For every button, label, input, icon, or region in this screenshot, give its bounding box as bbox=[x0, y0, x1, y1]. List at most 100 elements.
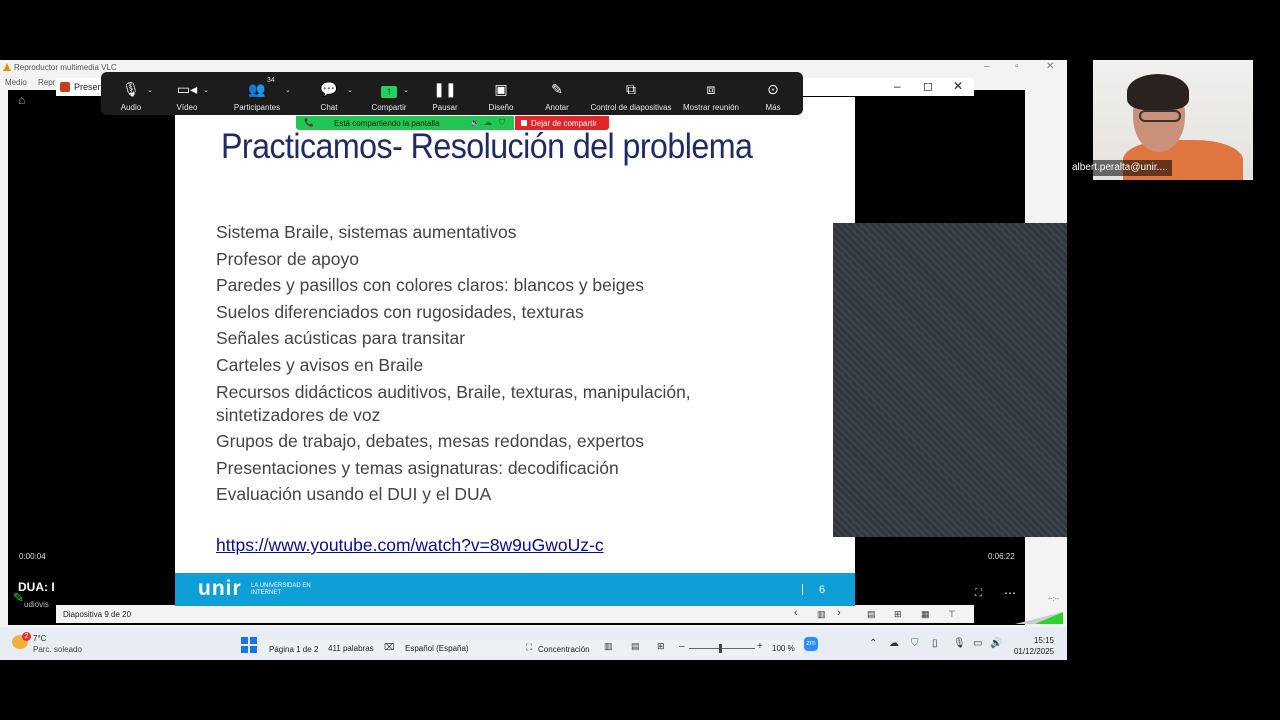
chevron-up-icon[interactable]: ⌃ bbox=[869, 638, 877, 649]
word-page-info[interactable]: Página 1 de 2 bbox=[269, 645, 318, 654]
print-layout-icon[interactable]: ▤ bbox=[631, 641, 640, 652]
show-meeting-icon: ⧈ bbox=[706, 81, 716, 97]
onedrive-cloud-icon[interactable]: ☁ bbox=[889, 638, 899, 649]
zoom-slider-thumb[interactable] bbox=[719, 644, 722, 653]
word-count[interactable]: 411 palabras bbox=[328, 644, 374, 653]
vlc-menu-reproduccion[interactable]: Repr bbox=[38, 78, 55, 87]
slide-sorter-icon[interactable]: ⊞ bbox=[894, 609, 902, 620]
powerpoint-logo-icon bbox=[60, 82, 70, 92]
slide: Practicamos- Resolución del problema Sis… bbox=[175, 97, 855, 606]
clock-date: 01/12/2025 bbox=[1013, 647, 1054, 656]
fullscreen-icon[interactable]: ⛶ bbox=[975, 588, 982, 599]
vlc-more-icon[interactable]: ⋯ bbox=[1004, 586, 1016, 600]
participant-glasses bbox=[1139, 110, 1181, 122]
show-meeting-button[interactable]: ⧈ Mostrar reunión bbox=[679, 72, 743, 115]
list-item: Suelos diferenciados con rugosidades, te… bbox=[216, 301, 584, 322]
unir-logo: unir bbox=[198, 577, 242, 600]
vlc-maximize-button[interactable]: ▫ bbox=[1015, 61, 1019, 72]
participant-hair bbox=[1127, 74, 1189, 110]
participant-name: albert.peralta@unir.... bbox=[1068, 160, 1172, 176]
vlc-window-title: Reproductor multimedia VLC bbox=[14, 63, 117, 72]
vlc-total-time: 0:06:22 bbox=[988, 552, 1015, 561]
audio-options-chevron-icon[interactable]: ⌄ bbox=[147, 86, 153, 94]
web-layout-icon[interactable]: ⊞ bbox=[657, 641, 665, 652]
slideshow-icon[interactable]: ⊤ bbox=[948, 609, 956, 620]
slide-bullet-list: Sistema Braile, sistemas aumentativos Pr… bbox=[216, 221, 816, 510]
zoom-app-icon[interactable]: zm bbox=[804, 637, 818, 651]
pause-share-button[interactable]: ❚❚ Pausar bbox=[425, 72, 465, 115]
video-camera-icon: ▭◂ bbox=[176, 81, 198, 97]
word-focus[interactable]: Concentración bbox=[538, 645, 590, 654]
list-item: Paredes y pasillos con colores claros: b… bbox=[216, 275, 644, 296]
vlc-minimize-button[interactable]: – bbox=[984, 61, 990, 72]
share-chevron-icon[interactable]: ⌄ bbox=[403, 86, 409, 94]
list-item: Grupos de trabajo, debates, mesas redond… bbox=[216, 431, 645, 452]
speaker-icon: 🔈 bbox=[470, 118, 480, 127]
more-icon: ⊙ bbox=[767, 81, 779, 97]
ppt-minimize-button[interactable]: – bbox=[894, 79, 901, 93]
system-clock[interactable]: 15:15 01/12/2025 bbox=[1012, 635, 1054, 657]
chat-chevron-icon[interactable]: ⌄ bbox=[347, 86, 353, 94]
zoom-share-toolbar: 🎙 Audio ⌄ ▭◂ Vídeo ⌄ 👥 Participantes 34 … bbox=[101, 72, 803, 115]
pause-icon: ❚❚ bbox=[433, 81, 457, 97]
zoom-slider-track[interactable] bbox=[689, 648, 755, 649]
youtube-link[interactable]: https://www.youtube.com/watch?v=8w9uGwoU… bbox=[216, 535, 604, 556]
sharing-banner-text: Está compartiendo la pantalla bbox=[334, 119, 440, 128]
proofing-icon[interactable]: ⌧ bbox=[384, 642, 394, 653]
list-item: Profesor de apoyo bbox=[216, 248, 360, 269]
windows-start-icon[interactable] bbox=[241, 637, 257, 653]
vlc-volume-slider[interactable] bbox=[1015, 612, 1063, 624]
ppt-maximize-button[interactable]: ◻ bbox=[923, 79, 933, 93]
vlc-cone-icon bbox=[3, 63, 11, 71]
reading-view-icon[interactable]: ▦ bbox=[921, 609, 930, 620]
more-button[interactable]: ⊙ Más bbox=[753, 72, 793, 115]
unir-tagline: LA UNIVERSIDAD EN INTERNET bbox=[251, 583, 311, 596]
cloud-icon: ☁ bbox=[484, 118, 492, 127]
participants-button[interactable]: 👥 Participantes bbox=[227, 72, 287, 115]
pencil-icon[interactable]: ✎ bbox=[13, 590, 24, 606]
design-icon: ▣ bbox=[494, 81, 508, 97]
battery-icon[interactable]: ▯ bbox=[932, 638, 938, 649]
slide-footer: unir LA UNIVERSIDAD EN INTERNET 6 bbox=[175, 573, 855, 606]
stop-sharing-button[interactable]: Dejar de compartir bbox=[515, 116, 609, 130]
microphone-tray-icon[interactable]: 🎙 bbox=[953, 638, 966, 649]
read-mode-icon[interactable]: ▥ bbox=[604, 641, 613, 652]
ppt-close-button[interactable]: ✕ bbox=[953, 79, 963, 93]
word-zoom-level[interactable]: 100 % bbox=[772, 644, 795, 653]
home-icon[interactable]: ⌂ bbox=[18, 93, 25, 107]
annotate-button[interactable]: ✎ Anotar bbox=[537, 72, 577, 115]
slide-grid-icon[interactable]: ▥ bbox=[817, 609, 826, 620]
video-button[interactable]: ▭◂ Vídeo bbox=[167, 72, 207, 115]
chat-button[interactable]: 💬 Chat bbox=[309, 72, 349, 115]
word-language[interactable]: Español (España) bbox=[405, 644, 469, 653]
slide-indicator: Diapositiva 9 de 20 bbox=[63, 610, 132, 619]
display-icon[interactable]: ▭ bbox=[973, 638, 982, 649]
shield-icon: ⛉ bbox=[499, 118, 505, 127]
windows-taskbar: 2 7°C Parc. soleado Página 1 de 2 411 pa… bbox=[0, 627, 1067, 660]
vlc-media-subtitle: udiovis bbox=[24, 600, 49, 609]
chat-icon: 💬 bbox=[320, 81, 338, 97]
list-item: Recursos didácticos auditivos, Braile, t… bbox=[216, 381, 691, 425]
slide-title: Practicamos- Resolución del problema bbox=[221, 127, 753, 166]
stop-icon bbox=[521, 120, 527, 126]
audio-button[interactable]: 🎙 Audio bbox=[111, 72, 151, 115]
participants-chevron-icon[interactable]: ⌄ bbox=[285, 86, 291, 94]
focus-icon[interactable]: ⛶ bbox=[526, 642, 532, 653]
vlc-menu-medio[interactable]: Medio bbox=[5, 78, 27, 87]
volume-icon[interactable]: 🔊 bbox=[990, 638, 1002, 649]
slide-control-button[interactable]: ⧉ Control de diapositivas bbox=[589, 72, 673, 115]
slide-page-number: 6 bbox=[819, 584, 826, 596]
zoom-in-icon[interactable]: + bbox=[757, 641, 763, 652]
next-slide-icon[interactable]: › bbox=[837, 607, 841, 619]
vlc-close-button[interactable]: ✕ bbox=[1046, 61, 1054, 72]
zoom-out-icon[interactable]: – bbox=[679, 641, 685, 652]
security-shield-icon[interactable]: ⛉ bbox=[911, 638, 919, 649]
list-item: Presentaciones y temas asignaturas: deco… bbox=[216, 457, 619, 478]
prev-slide-icon[interactable]: ‹ bbox=[794, 607, 798, 619]
powerpoint-statusbar: Diapositiva 9 de 20 ‹ ▥ › ▤ ⊞ ▦ ⊤ bbox=[56, 605, 974, 623]
screen: Reproductor multimedia VLC – ▫ ✕ Medio R… bbox=[0, 0, 1280, 720]
design-button[interactable]: ▣ Diseño bbox=[481, 72, 521, 115]
video-options-chevron-icon[interactable]: ⌄ bbox=[203, 86, 209, 94]
participants-icon: 👥 bbox=[248, 81, 266, 97]
normal-view-icon[interactable]: ▤ bbox=[867, 609, 876, 620]
